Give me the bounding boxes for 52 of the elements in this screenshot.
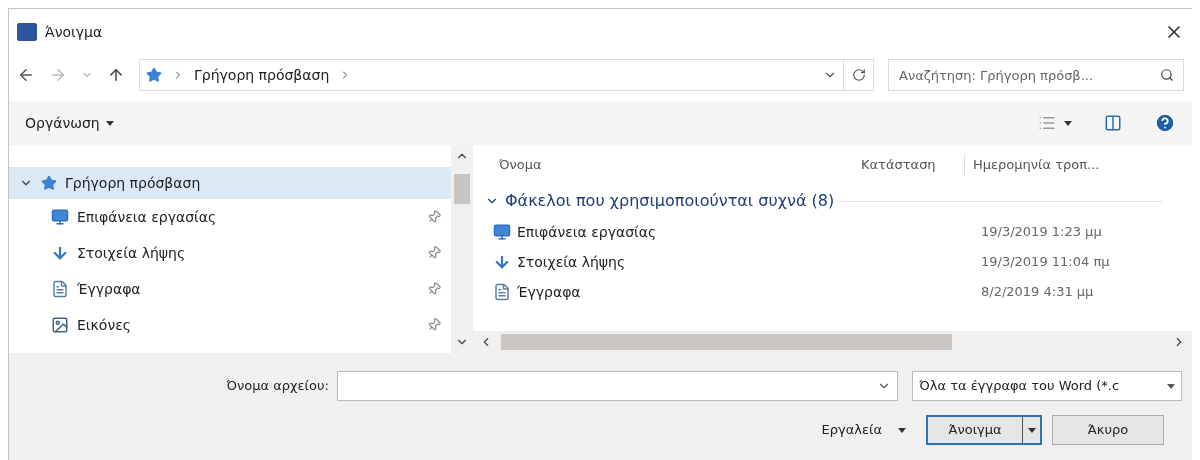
help-icon[interactable] (1154, 112, 1176, 134)
back-icon[interactable] (17, 66, 35, 84)
file-name[interactable]: Επιφάνεια εργασίας (517, 221, 657, 243)
horizontal-scrollbar[interactable] (473, 331, 1192, 353)
caret-icon (105, 120, 114, 126)
caret-icon (1027, 427, 1036, 433)
monitor-icon (51, 208, 69, 226)
file-name[interactable]: Έγγραφα (517, 281, 581, 303)
column-header[interactable]: Κατάσταση (853, 155, 965, 175)
window-title: Άνοιγμα (45, 22, 103, 42)
down-arrow-icon (51, 244, 69, 262)
filetype-dropdown[interactable]: Όλα τα έγγραφα του Word (*.c (912, 371, 1182, 401)
tree-item[interactable]: Γρήγορη πρόσβαση (9, 167, 451, 199)
filename-field[interactable] (336, 371, 899, 401)
app-icon (17, 23, 37, 41)
refresh-icon (851, 68, 866, 82)
file-name[interactable]: Στοιχεία λήψης (517, 251, 626, 273)
refresh-button[interactable] (844, 59, 874, 91)
star-icon (146, 67, 162, 83)
monitor-icon (493, 223, 511, 241)
caret-icon (1064, 120, 1072, 126)
tree-item[interactable]: Έγγραφα (9, 271, 451, 307)
search-icon (1160, 68, 1174, 82)
picture-icon (51, 316, 69, 334)
tree-item[interactable]: Στοιχεία λήψης (9, 235, 451, 271)
preview-pane-icon[interactable] (1104, 114, 1122, 132)
document-icon (51, 280, 69, 298)
address-segment[interactable]: Γρήγορη πρόσβαση (194, 64, 330, 86)
date-cell-text: 19/3/2019 1:23 μμ (981, 223, 1102, 242)
down-arrow-icon (493, 253, 511, 271)
scroll-thumb[interactable] (501, 334, 952, 350)
scrollbar[interactable] (451, 145, 473, 353)
column-header[interactable]: Όνομα (485, 155, 853, 175)
field-label: Όνομα αρχείου: (225, 377, 329, 396)
star-icon (41, 175, 57, 191)
column-header[interactable]: Ημερομηνία τροπ... (965, 155, 1129, 175)
tools-button[interactable]: Εργαλεία (821, 420, 906, 440)
scroll-thumb[interactable] (454, 174, 470, 204)
up-icon[interactable] (107, 66, 125, 84)
date-cell-text: 19/3/2019 11:04 πμ (981, 253, 1110, 272)
caret-icon (898, 427, 906, 433)
group-header[interactable]: Φάκελοι που χρησιμοποιούνται συχνά (8) (505, 189, 835, 213)
document-icon (493, 283, 511, 301)
tree-item[interactable]: Εικόνες (9, 307, 451, 343)
date-cell-text: 8/2/2019 4:31 μμ (981, 283, 1094, 302)
address-bar[interactable]: Γρήγορη πρόσβαση (139, 59, 844, 91)
cancel-button[interactable]: Άκυρο (1052, 415, 1164, 445)
search-field[interactable]: Αναζήτηση: Γρήγορη πρόσβ... (888, 59, 1184, 91)
view-icon[interactable] (1038, 114, 1056, 132)
open-button[interactable]: Άνοιγμα (926, 415, 1042, 445)
organize-button[interactable]: Οργάνωση (25, 112, 114, 134)
tree-item[interactable]: Επιφάνεια εργασίας (9, 199, 451, 235)
